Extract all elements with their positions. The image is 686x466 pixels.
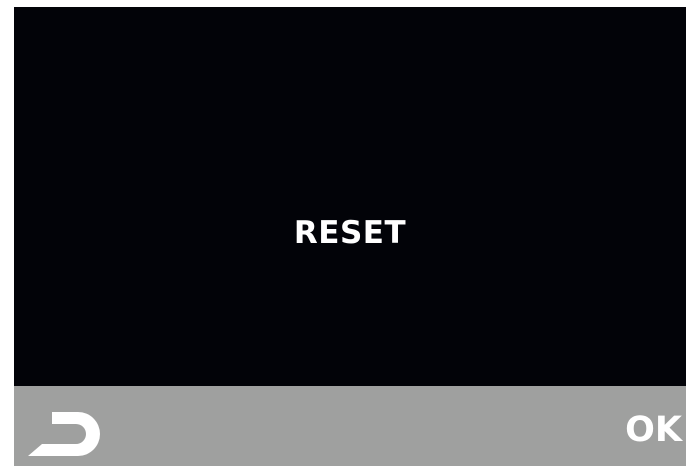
reset-message: RESET xyxy=(293,214,407,251)
back-button[interactable] xyxy=(28,412,106,456)
ok-button[interactable]: OK xyxy=(625,408,682,452)
return-icon xyxy=(28,412,100,456)
device-frame: RESET OK xyxy=(0,0,686,466)
softkey-bar: OK xyxy=(14,386,686,466)
device-screen: RESET OK xyxy=(14,7,686,466)
display-area: RESET xyxy=(14,7,686,386)
